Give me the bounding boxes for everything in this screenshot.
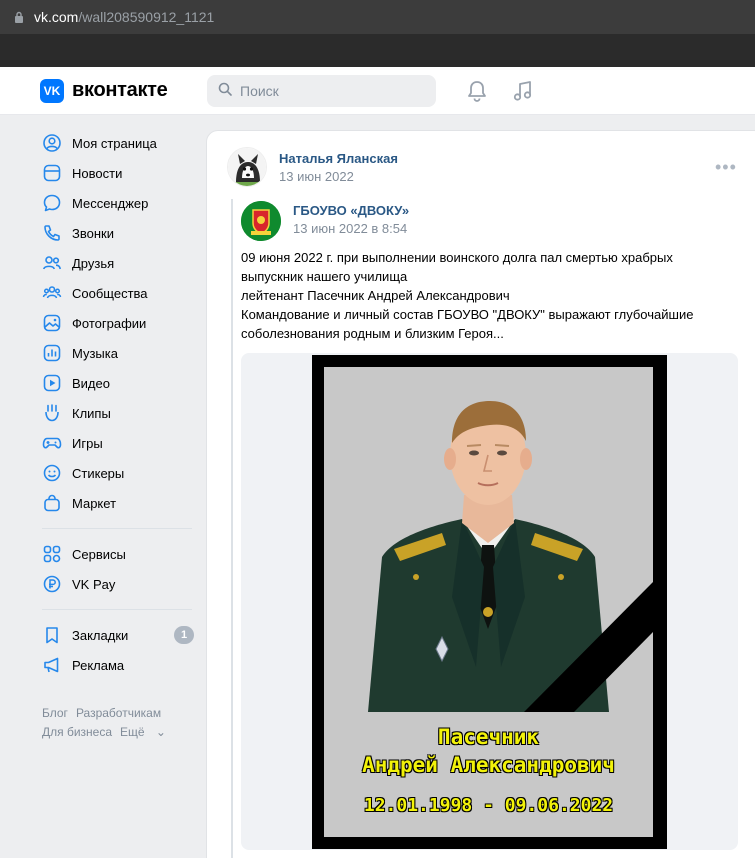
sticker-icon [42, 463, 62, 483]
footer-link-more[interactable]: Ещё ⌄ [120, 725, 174, 739]
url-text[interactable]: vk.com/wall208590912_1121 [34, 9, 214, 25]
music-icon [42, 343, 62, 363]
memorial-portrait: Пасечник Андрей Александрович 12.01.1998… [324, 367, 653, 837]
video-icon [42, 373, 62, 393]
menu-stickers[interactable]: Стикеры [32, 458, 194, 488]
menu-services[interactable]: Сервисы [32, 539, 194, 569]
left-menu: Моя страница Новости Мессенджер Звонки Д… [32, 128, 194, 680]
vk-brand[interactable]: вконтакте [72, 79, 168, 102]
menu-friends[interactable]: Друзья [32, 248, 194, 278]
megaphone-icon [42, 655, 62, 675]
chevron-down-icon: ⌄ [155, 725, 166, 739]
search-icon [218, 82, 232, 101]
repost-source-name[interactable]: ГБОУВО «ДВОКУ» [293, 203, 409, 218]
clips-icon [42, 403, 62, 423]
more-options-icon[interactable]: ••• [715, 157, 737, 178]
services-icon [42, 544, 62, 564]
caption-surname: Пасечник [437, 725, 540, 749]
gamepad-icon [42, 433, 62, 453]
post-card: Наталья Яланская 13 июн 2022 ••• ГБОУВО … [206, 130, 755, 858]
footer-link-blog[interactable]: Блог [42, 706, 68, 720]
repost-source-avatar[interactable] [241, 201, 281, 241]
menu-video[interactable]: Видео [32, 368, 194, 398]
memorial-photo-frame: Пасечник Андрей Александрович 12.01.1998… [312, 355, 667, 849]
caption-name: Андрей Александрович [362, 753, 615, 777]
menu-separator [42, 528, 192, 529]
phone-icon [42, 223, 62, 243]
menu-bookmarks[interactable]: Закладки 1 [32, 620, 194, 650]
bookmark-bar [0, 34, 755, 67]
menu-games[interactable]: Игры [32, 428, 194, 458]
menu-separator [42, 609, 192, 610]
market-icon [42, 493, 62, 513]
repost-indicator-line [231, 199, 233, 858]
footer-link-business[interactable]: Для бизнеса [42, 725, 112, 739]
communities-icon [42, 283, 62, 303]
bookmarks-count-badge: 1 [174, 626, 194, 644]
music-note-icon[interactable] [512, 79, 534, 108]
menu-music[interactable]: Музыка [32, 338, 194, 368]
bell-icon[interactable] [466, 79, 488, 108]
post-photo[interactable]: Пасечник Андрей Александрович 12.01.1998… [241, 353, 738, 850]
vkpay-icon [42, 574, 62, 594]
browser-address-bar[interactable]: vk.com/wall208590912_1121 [0, 0, 755, 34]
menu-ads[interactable]: Реклама [32, 650, 194, 680]
post-date[interactable]: 13 июн 2022 [279, 169, 354, 184]
menu-news[interactable]: Новости [32, 158, 194, 188]
lock-icon [14, 11, 24, 23]
menu-communities[interactable]: Сообщества [32, 278, 194, 308]
author-avatar[interactable] [227, 147, 267, 187]
post-author-name[interactable]: Наталья Яланская [279, 151, 398, 166]
newsfeed-icon [42, 163, 62, 183]
menu-vk-pay[interactable]: VK Pay [32, 569, 194, 599]
menu-my-page[interactable]: Моя страница [32, 128, 194, 158]
search-input[interactable] [240, 83, 420, 99]
menu-market[interactable]: Маркет [32, 488, 194, 518]
user-circle-icon [42, 133, 62, 153]
photo-icon [42, 313, 62, 333]
search-box[interactable] [207, 75, 436, 107]
message-icon [42, 193, 62, 213]
menu-clips[interactable]: Клипы [32, 398, 194, 428]
menu-calls[interactable]: Звонки [32, 218, 194, 248]
friends-icon [42, 253, 62, 273]
footer-links: Блог Разработчикам Для бизнеса Ещё ⌄ [42, 704, 202, 742]
bookmark-icon [42, 625, 62, 645]
post-text: 09 июня 2022 г. при выполнении воинского… [241, 250, 694, 341]
menu-messenger[interactable]: Мессенджер [32, 188, 194, 218]
vk-logo-icon[interactable]: VK [40, 79, 64, 103]
vk-header: VK вконтакте [0, 67, 755, 115]
caption-dates: 12.01.1998 - 09.06.2022 [363, 795, 614, 816]
repost-date[interactable]: 13 июн 2022 в 8:54 [293, 221, 407, 236]
footer-link-developers[interactable]: Разработчикам [76, 706, 161, 720]
menu-photos[interactable]: Фотографии [32, 308, 194, 338]
